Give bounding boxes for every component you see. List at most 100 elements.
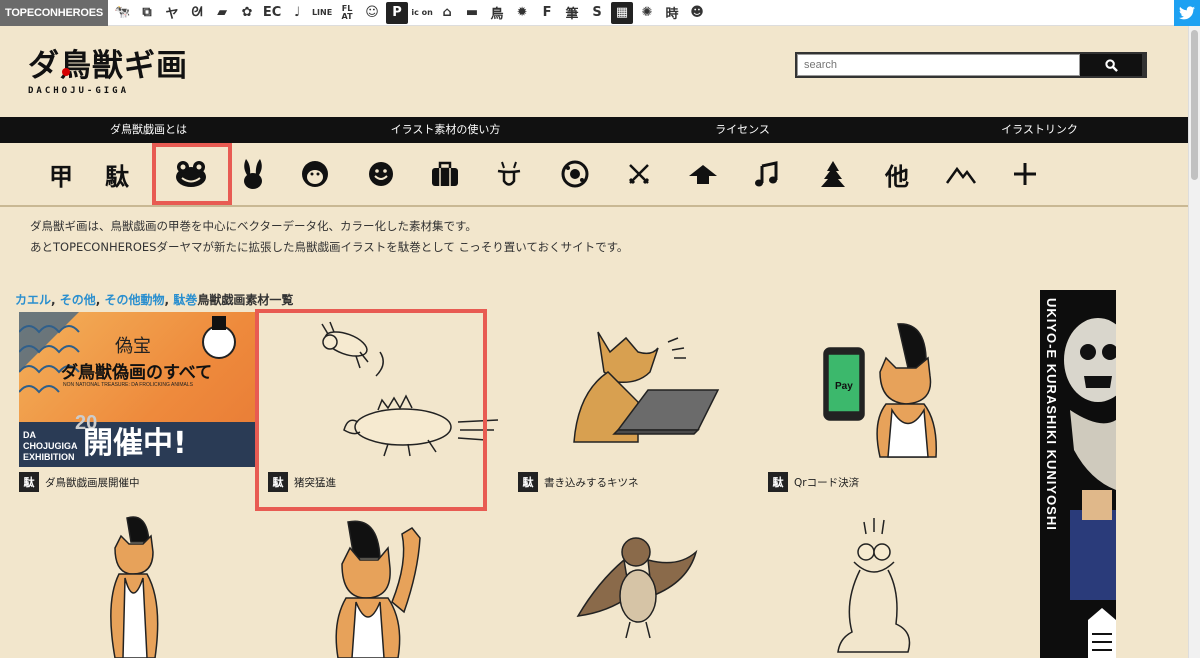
tag-separator: , bbox=[51, 293, 60, 307]
cow-icon[interactable]: 🐄 bbox=[111, 2, 133, 24]
flat-icon[interactable]: FL AT bbox=[336, 2, 358, 24]
frog-startled-drawing[interactable] bbox=[768, 512, 1004, 658]
category-other[interactable]: 他 bbox=[878, 155, 916, 193]
category-tree[interactable] bbox=[814, 155, 852, 193]
category-da-label: 駄 bbox=[105, 162, 129, 191]
card-caption: 駄 Qrコード決済 bbox=[768, 472, 1004, 492]
da-badge: 駄 bbox=[768, 472, 788, 492]
network-brand-link[interactable]: TOPECONHEROES bbox=[0, 0, 109, 26]
chat-icon[interactable]: ▰ bbox=[211, 2, 233, 24]
exhibition-en: NON NATIONAL TREASURE: DA FROLICKING ANI… bbox=[63, 382, 193, 388]
card-title[interactable]: 書き込みするキツネ bbox=[544, 475, 639, 490]
ball-icon bbox=[561, 160, 589, 188]
house-icon[interactable]: ⌂ bbox=[436, 2, 458, 24]
card-title[interactable]: Qrコード決済 bbox=[794, 475, 859, 490]
card-row2-2[interactable] bbox=[268, 512, 504, 658]
plus-icon bbox=[1014, 163, 1036, 185]
pay-label: Pay bbox=[835, 381, 853, 392]
exhibition-kanji: 偽宝 bbox=[115, 336, 151, 357]
tag-link-da-scroll[interactable]: 駄巻 bbox=[173, 293, 197, 307]
category-music[interactable] bbox=[748, 155, 786, 193]
category-kou[interactable]: 甲 bbox=[42, 155, 80, 193]
cat-pointing-drawing[interactable] bbox=[19, 512, 255, 658]
ukiyoe-ad-banner[interactable]: UKIYO-E KURASHIKI KUNIYOSHI bbox=[1040, 290, 1116, 658]
network-bar: TOPECONHEROES 🐄 ⧉ ヤ ᘛ ▰ ✿ EC ♩ LINE FL AT ☺ Pic on ⌂… bbox=[0, 0, 1200, 26]
figure-icon[interactable]: ヤ bbox=[161, 2, 183, 24]
fox-drawing bbox=[573, 331, 720, 443]
category-tongue[interactable] bbox=[490, 155, 528, 193]
card-row2-1[interactable] bbox=[19, 512, 255, 658]
music-note-icon bbox=[755, 161, 778, 187]
flower-icon[interactable]: ✿ bbox=[236, 2, 258, 24]
grid-icon[interactable]: ▦ bbox=[611, 1, 634, 24]
search-button[interactable] bbox=[1080, 54, 1142, 76]
network-icons: 🐄 ⧉ ヤ ᘛ ▰ ✿ EC ♩ LINE FL AT ☺ Pic on ⌂ ▬ 鳥 ✹ F 筆 S ▦ ✺ 時 ☻ bbox=[108, 1, 708, 24]
bed-icon[interactable]: ▬ bbox=[461, 2, 483, 24]
card-cat-pay[interactable]: Pay 駄 Qrコード決済 bbox=[768, 312, 1004, 492]
ec-icon[interactable]: EC bbox=[261, 2, 283, 24]
nav-links[interactable]: イラストリンク bbox=[891, 117, 1188, 143]
da-badge: 駄 bbox=[518, 472, 538, 492]
category-other-label: 他 bbox=[885, 162, 909, 191]
icon-icon[interactable]: ic on bbox=[411, 2, 433, 24]
cat-phone-illustration[interactable]: Pay bbox=[768, 312, 1004, 467]
p-icon[interactable]: P bbox=[386, 1, 409, 24]
f-icon[interactable]: F bbox=[536, 2, 558, 24]
bird-icon[interactable]: 鳥 bbox=[486, 2, 508, 24]
exhibition-banner-image[interactable]: 偽宝 ダ鳥獣偽画のすべて NON NATIONAL TREASURE: DA F… bbox=[19, 312, 255, 467]
search-input[interactable] bbox=[797, 54, 1080, 76]
card-exhibition[interactable]: 偽宝 ダ鳥獣偽画のすべて NON NATIONAL TREASURE: DA F… bbox=[19, 312, 255, 492]
category-swords[interactable] bbox=[620, 155, 658, 193]
cat-raising-hand-drawing[interactable] bbox=[268, 512, 504, 658]
category-da[interactable]: 駄 bbox=[98, 155, 136, 193]
card-fox[interactable]: 駄 書き込みするキツネ bbox=[518, 312, 754, 492]
nav-license[interactable]: ライセンス bbox=[594, 117, 891, 143]
site-logo[interactable]: ダ鳥獣ギ画 DACHOJU-GIGA bbox=[28, 40, 198, 96]
category-monkey[interactable] bbox=[296, 155, 334, 193]
category-mountain[interactable] bbox=[942, 155, 980, 193]
cat-phone-drawing bbox=[823, 323, 937, 458]
sparrow-drawing[interactable] bbox=[518, 512, 754, 658]
twitter-icon[interactable] bbox=[1174, 0, 1200, 26]
category-plus[interactable] bbox=[1006, 155, 1044, 193]
gear-badge-icon[interactable]: ✹ bbox=[511, 2, 533, 24]
nav-about[interactable]: ダ鳥獣戯画とは bbox=[0, 117, 297, 143]
copy-icon[interactable]: ⧉ bbox=[136, 2, 158, 24]
page-scrollbar[interactable] bbox=[1188, 26, 1200, 658]
s-icon[interactable]: S bbox=[586, 2, 608, 24]
roof-icon bbox=[689, 165, 717, 184]
scrollbar-thumb[interactable] bbox=[1191, 30, 1198, 180]
note-icon[interactable]: ♩ bbox=[286, 2, 308, 24]
card-row2-3[interactable] bbox=[518, 512, 754, 658]
rabbit-icon bbox=[244, 159, 262, 189]
monkey-icon bbox=[302, 161, 328, 187]
category-house[interactable] bbox=[684, 155, 722, 193]
burst-icon[interactable]: ✺ bbox=[636, 2, 658, 24]
main-nav: ダ鳥獣戯画とは イラスト素材の使い方 ライセンス イラストリンク bbox=[0, 117, 1188, 143]
nav-usage[interactable]: イラスト素材の使い方 bbox=[297, 117, 594, 143]
smile-icon[interactable]: ☺ bbox=[361, 2, 383, 24]
description-line-2: あとTOPECONHEROESダーヤマが新たに拡張した鳥獣戯画イラストを駄巻とし… bbox=[30, 240, 629, 254]
category-kou-label: 甲 bbox=[49, 162, 73, 191]
category-ball[interactable] bbox=[556, 155, 594, 193]
anteater-icon[interactable]: ᘛ bbox=[186, 2, 208, 24]
search-icon bbox=[1104, 58, 1118, 72]
brush-icon[interactable]: 筆 bbox=[561, 2, 583, 24]
tag-link-frog[interactable]: カエル bbox=[15, 293, 51, 307]
card-row2-4[interactable] bbox=[768, 512, 1004, 658]
tag-link-other[interactable]: その他 bbox=[60, 293, 96, 307]
card-title[interactable]: ダ鳥獣戯画展開催中 bbox=[45, 475, 140, 490]
bag-icon bbox=[432, 161, 458, 186]
face-icon[interactable]: ☻ bbox=[686, 2, 708, 24]
clock-kanji-icon[interactable]: 時 bbox=[661, 2, 683, 24]
tag-link-other-animals[interactable]: その他動物 bbox=[105, 293, 165, 307]
category-rabbit[interactable] bbox=[234, 155, 272, 193]
face-icon bbox=[369, 162, 393, 186]
swords-icon bbox=[628, 164, 650, 185]
category-bag[interactable] bbox=[426, 155, 464, 193]
list-title: 鳥獣戯画素材一覧 bbox=[197, 293, 294, 307]
line-icon[interactable]: LINE bbox=[311, 2, 333, 24]
fox-laptop-illustration[interactable] bbox=[518, 312, 754, 467]
category-face[interactable] bbox=[362, 155, 400, 193]
frog-category-highlight bbox=[152, 143, 232, 205]
